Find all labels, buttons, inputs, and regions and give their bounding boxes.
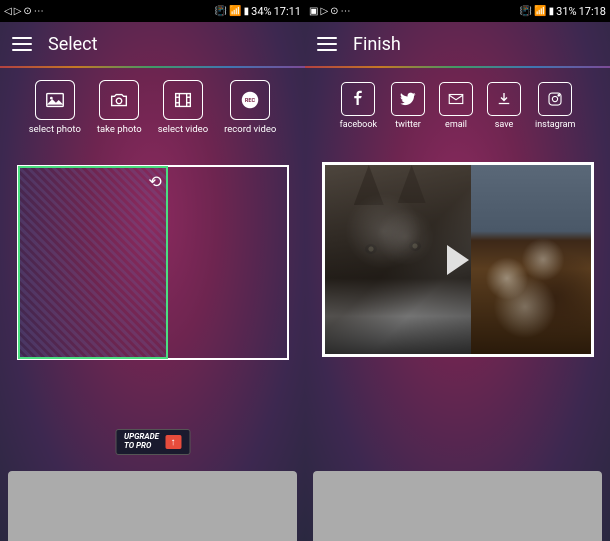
- frame-slot-2[interactable]: [167, 167, 287, 358]
- menu-icon[interactable]: [12, 37, 32, 51]
- status-bar: ◁ ▷ ⊙ ⋯ 📳 📶 ▮ 34% 17:11: [0, 0, 305, 22]
- color-divider: [305, 66, 610, 68]
- rotate-icon[interactable]: ⟲: [148, 172, 161, 191]
- save-button[interactable]: save: [487, 82, 521, 130]
- action-label: instagram: [535, 120, 575, 130]
- frame-slot-1[interactable]: ⟲: [18, 166, 168, 359]
- twitter-button[interactable]: twitter: [391, 82, 425, 130]
- page-title: Select: [48, 34, 97, 55]
- action-label: take photo: [97, 124, 142, 135]
- status-icon: ▷: [14, 6, 22, 17]
- email-icon: [447, 90, 465, 108]
- action-label: select video: [158, 124, 208, 135]
- action-row: select photo take photo select video REC…: [0, 68, 305, 145]
- email-button[interactable]: email: [439, 82, 473, 130]
- status-icon: ▷: [320, 6, 328, 17]
- battery-percent: 31%: [556, 5, 576, 18]
- facebook-icon: [349, 90, 367, 108]
- screen-select: ◁ ▷ ⊙ ⋯ 📳 📶 ▮ 34% 17:11 Select select ph…: [0, 0, 305, 541]
- status-icon: ⊙: [330, 6, 338, 17]
- screen-finish: ▣ ▷ ⊙ ⋯ 📳 📶 ▮ 31% 17:18 Finish facebook …: [305, 0, 610, 541]
- clock: 17:11: [274, 5, 301, 18]
- signal-icon: ▮: [549, 6, 555, 17]
- svg-text:REC: REC: [245, 98, 256, 104]
- record-video-button[interactable]: REC record video: [224, 80, 276, 135]
- action-label: save: [495, 120, 514, 130]
- clock: 17:18: [579, 5, 606, 18]
- signal-icon: ▮: [244, 6, 250, 17]
- facebook-button[interactable]: facebook: [340, 82, 377, 130]
- upgrade-pro-button[interactable]: UPGRADE TO PRO ↑: [115, 429, 190, 455]
- wifi-icon: 📶: [534, 6, 546, 17]
- photo-icon: [44, 89, 66, 111]
- instagram-icon: [546, 90, 564, 108]
- save-icon: [495, 90, 513, 108]
- action-label: select photo: [29, 124, 81, 135]
- battery-percent: 34%: [251, 5, 271, 18]
- status-icon: ▣: [309, 6, 318, 17]
- page-title: Finish: [353, 34, 401, 55]
- action-label: twitter: [395, 120, 421, 130]
- header: Select: [0, 22, 305, 66]
- action-label: record video: [224, 124, 276, 135]
- select-video-button[interactable]: select video: [158, 80, 208, 135]
- ad-area: [8, 471, 297, 541]
- status-icon: ⋯: [341, 6, 351, 17]
- upgrade-label-2: TO PRO: [124, 442, 159, 451]
- vibrate-icon: 📳: [520, 6, 532, 17]
- status-icon: ⊙: [23, 6, 31, 17]
- header: Finish: [305, 22, 610, 66]
- twitter-icon: [399, 90, 417, 108]
- status-icon: ⋯: [34, 6, 44, 17]
- status-bar: ▣ ▷ ⊙ ⋯ 📳 📶 ▮ 31% 17:18: [305, 0, 610, 22]
- vibrate-icon: 📳: [215, 6, 227, 17]
- instagram-button[interactable]: instagram: [535, 82, 575, 130]
- preview-collage[interactable]: [322, 162, 594, 357]
- preview-video-tree: [471, 165, 591, 354]
- select-photo-button[interactable]: select photo: [29, 80, 81, 135]
- camera-icon: [108, 89, 130, 111]
- wifi-icon: 📶: [229, 6, 241, 17]
- action-label: email: [445, 120, 467, 130]
- color-divider: [0, 66, 305, 68]
- share-row: facebook twitter email save instagram: [305, 68, 610, 138]
- ad-area: [313, 471, 602, 541]
- collage-frame[interactable]: ⟲: [17, 165, 289, 360]
- take-photo-button[interactable]: take photo: [97, 80, 142, 135]
- record-icon: REC: [239, 89, 261, 111]
- action-label: facebook: [340, 120, 377, 130]
- film-icon: [172, 89, 194, 111]
- arrow-up-icon: ↑: [165, 435, 181, 449]
- play-icon[interactable]: [447, 245, 469, 275]
- menu-icon[interactable]: [317, 37, 337, 51]
- status-icon: ◁: [4, 6, 12, 17]
